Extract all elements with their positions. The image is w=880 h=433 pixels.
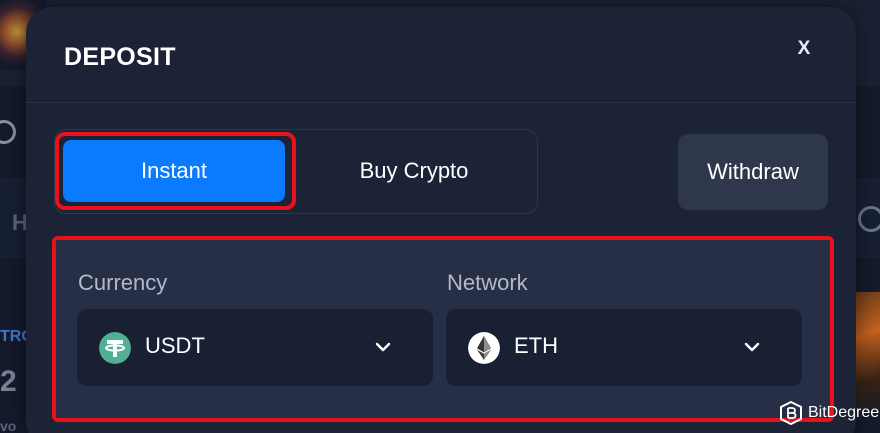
currency-select[interactable]: USDT	[77, 309, 433, 386]
tab-buy-crypto[interactable]: Buy Crypto	[303, 140, 525, 202]
network-label: Network	[447, 270, 528, 295]
ethereum-icon	[468, 332, 500, 364]
network-select[interactable]: ETH	[446, 309, 802, 386]
highlight-box-instant	[55, 132, 296, 210]
chevron-down-icon	[375, 342, 391, 352]
tether-icon	[99, 332, 131, 364]
withdraw-button[interactable]: Withdraw	[678, 134, 828, 210]
deposit-modal: DEPOSIT X Instant Buy Crypto Withdraw Cu…	[26, 7, 856, 433]
chevron-down-icon	[744, 342, 760, 352]
modal-title: DEPOSIT	[64, 43, 176, 71]
bitdegree-logo-icon	[780, 401, 802, 425]
network-value: ETH	[514, 333, 558, 358]
background-fragment: vo	[0, 418, 17, 433]
bitdegree-watermark: BitDegree	[780, 400, 879, 426]
background-search-icon	[0, 120, 16, 144]
currency-label: Currency	[78, 270, 168, 295]
background-clock-icon	[858, 206, 880, 232]
watermark-text: BitDegree	[808, 404, 880, 421]
close-button[interactable]: X	[790, 35, 818, 63]
background-thumbnail	[852, 292, 880, 412]
modal-header: DEPOSIT X	[26, 7, 856, 103]
currency-value: USDT	[145, 333, 205, 358]
